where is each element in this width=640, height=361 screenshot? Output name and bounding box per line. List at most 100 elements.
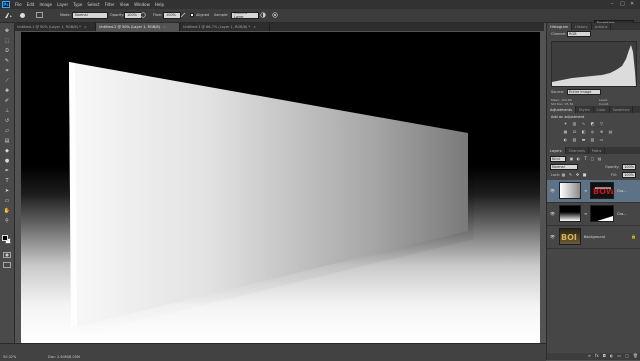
- invert-icon[interactable]: ◐: [563, 137, 568, 142]
- visibility-eye-icon[interactable]: 👁: [550, 211, 555, 216]
- foreground-color-swatch[interactable]: [2, 235, 8, 241]
- fx-icon[interactable]: fx: [595, 353, 599, 360]
- new-group-icon[interactable]: ▭: [617, 353, 621, 360]
- curves-icon[interactable]: ∿: [581, 121, 586, 126]
- sample-select[interactable]: Current Layer: [231, 11, 259, 19]
- black-white-icon[interactable]: ◧: [581, 129, 586, 134]
- new-adjustment-icon[interactable]: ◐: [610, 353, 614, 360]
- brush-size-picker[interactable]: [20, 12, 25, 18]
- aligned-checkbox[interactable]: [190, 13, 194, 17]
- tab-styles[interactable]: Styles: [576, 106, 594, 113]
- vibrance-icon[interactable]: ▽: [599, 121, 604, 126]
- filter-shape-icon[interactable]: ▢: [590, 156, 595, 161]
- blur-icon[interactable]: ◆: [2, 147, 12, 154]
- quick-select-icon[interactable]: ✎: [2, 57, 12, 64]
- crop-icon[interactable]: ⌗: [2, 67, 12, 74]
- tab-untitled-3[interactable]: Untitled-3 @ 66.7% (Layer 1, RGB/8) * ×: [180, 23, 270, 31]
- tool-preset-icon[interactable]: [4, 12, 13, 18]
- new-layer-icon[interactable]: ▢: [625, 353, 629, 360]
- lock-all-icon[interactable]: ■: [582, 172, 587, 177]
- menu-help[interactable]: Help: [155, 2, 164, 7]
- tab-untitled-1[interactable]: Untitled-1 @ 50% (Layer 1, RGB/8) * ×: [14, 23, 96, 31]
- photo-filter-icon[interactable]: ◎: [590, 129, 595, 134]
- menu-file[interactable]: File: [15, 2, 22, 7]
- tab-history[interactable]: History: [572, 23, 592, 30]
- menu-window[interactable]: Window: [134, 2, 150, 7]
- gradient-icon[interactable]: ▤: [2, 137, 12, 144]
- marquee-icon[interactable]: ⬚: [2, 37, 12, 44]
- tab-layers[interactable]: Layers: [547, 147, 566, 154]
- zoom-icon[interactable]: ⚲: [2, 217, 12, 224]
- tab-channels[interactable]: Channels: [566, 147, 589, 154]
- pressure-size-icon[interactable]: [272, 12, 278, 18]
- tab-paths[interactable]: Paths: [589, 147, 606, 154]
- tab-histogram[interactable]: Histogram: [547, 23, 573, 30]
- filter-smart-object-icon[interactable]: ▤: [597, 156, 602, 161]
- menu-layer[interactable]: Layer: [57, 2, 68, 7]
- quick-mask-icon[interactable]: [2, 251, 12, 258]
- document-canvas[interactable]: [21, 32, 540, 343]
- channel-select[interactable]: RGB: [567, 31, 591, 37]
- visibility-eye-icon[interactable]: 👁: [550, 188, 555, 193]
- maximize-icon[interactable]: □: [620, 1, 625, 7]
- ignore-adjustment-icon[interactable]: [260, 12, 266, 18]
- doc-size[interactable]: Doc: 2.64M/8.00M: [48, 355, 80, 359]
- shape-icon[interactable]: ▭: [2, 197, 12, 204]
- close-tab-icon[interactable]: ×: [84, 25, 87, 29]
- trash-icon[interactable]: 🗑: [633, 353, 638, 360]
- lock-image-icon[interactable]: ✎: [568, 172, 573, 177]
- flow-field[interactable]: 100%: [163, 11, 181, 19]
- layer-row[interactable]: 👁 ∞ Gra...: [547, 203, 640, 226]
- link-layers-icon[interactable]: ∞: [588, 353, 591, 360]
- clone-stamp-icon[interactable]: ⊥: [2, 107, 12, 114]
- selective-color-icon[interactable]: ▧: [590, 137, 595, 142]
- eyedropper-icon[interactable]: ⟋: [2, 77, 12, 84]
- brush-icon[interactable]: ✐: [2, 97, 12, 104]
- fill-field[interactable]: 100%: [622, 172, 636, 178]
- layer-name[interactable]: Gra...: [617, 189, 627, 193]
- channel-mixer-icon[interactable]: ⊕: [599, 129, 604, 134]
- brightness-icon[interactable]: ☀: [563, 121, 568, 126]
- tab-adjustments[interactable]: Adjustments: [547, 106, 576, 113]
- color-lookup-icon[interactable]: ▤: [608, 129, 613, 134]
- menu-select[interactable]: Select: [87, 2, 99, 7]
- visibility-eye-icon[interactable]: 👁: [550, 234, 555, 239]
- layer-name[interactable]: Gra...: [617, 212, 627, 216]
- layer-row[interactable]: 👁 BOI Background 🔒: [547, 226, 640, 249]
- lasso-icon[interactable]: ᘐ: [2, 47, 12, 54]
- layer-name[interactable]: Background: [584, 235, 605, 239]
- filter-type-icon[interactable]: T: [583, 156, 588, 161]
- airbrush-icon[interactable]: [180, 12, 186, 18]
- layer-opacity-field[interactable]: 100%: [622, 164, 636, 170]
- levels-icon[interactable]: ▥: [572, 121, 577, 126]
- filter-pixel-icon[interactable]: ▣: [569, 156, 574, 161]
- hue-saturation-icon[interactable]: ▦: [563, 129, 568, 134]
- path-select-icon[interactable]: ➤: [2, 187, 12, 194]
- close-tab-icon[interactable]: ×: [163, 25, 166, 29]
- menu-type[interactable]: Type: [73, 2, 82, 7]
- history-brush-icon[interactable]: ↺: [2, 117, 12, 124]
- menu-image[interactable]: Image: [39, 2, 52, 7]
- add-mask-icon[interactable]: ◘: [603, 353, 606, 360]
- close-icon[interactable]: ✕: [630, 1, 634, 7]
- menu-filter[interactable]: Filter: [105, 2, 115, 7]
- close-tab-icon[interactable]: ×: [253, 25, 256, 29]
- mode-select[interactable]: Normal: [72, 11, 108, 19]
- dodge-icon[interactable]: ●: [2, 157, 12, 164]
- healing-icon[interactable]: ✚: [2, 87, 12, 94]
- menu-view[interactable]: View: [120, 2, 130, 7]
- eraser-icon[interactable]: ▱: [2, 127, 12, 134]
- pressure-opacity-icon[interactable]: [140, 12, 146, 18]
- menu-edit[interactable]: Edit: [27, 2, 35, 7]
- screen-mode-icon[interactable]: [2, 261, 12, 268]
- blend-mode-select[interactable]: Normal: [550, 164, 578, 170]
- color-balance-icon[interactable]: ⚖: [572, 129, 577, 134]
- filter-adjustment-icon[interactable]: ◐: [576, 156, 581, 161]
- clone-source-icon[interactable]: [36, 12, 43, 18]
- source-select[interactable]: Entire Image: [567, 89, 601, 95]
- minimize-icon[interactable]: –: [611, 1, 614, 7]
- lock-position-icon[interactable]: ✥: [575, 172, 580, 177]
- move-icon[interactable]: ✥: [2, 27, 12, 34]
- tab-untitled-2[interactable]: Untitled-2 @ 50% (Layer 1, RGB/8) ×: [96, 23, 180, 31]
- tab-color[interactable]: Color: [594, 106, 610, 113]
